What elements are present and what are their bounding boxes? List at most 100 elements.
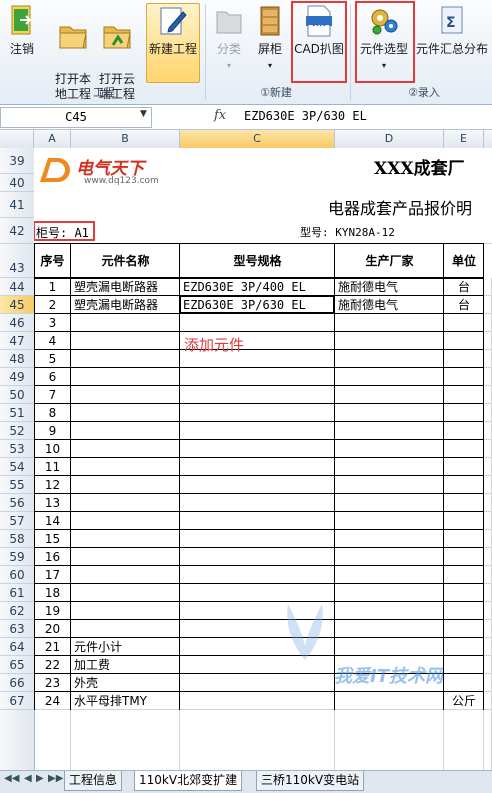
table-cell-no[interactable]: 9 [34, 422, 71, 440]
ribbon-separator [350, 4, 351, 100]
name-box[interactable]: C45 [0, 107, 152, 128]
ribbon: 注销 打开本 地工程 打开云 端工程 新建工程 工程 分类 ▾ 屏柜 ▾ DWG… [0, 0, 492, 105]
row-header[interactable]: 44 [0, 278, 34, 296]
table-cell-no[interactable]: 5 [34, 350, 71, 368]
row-header[interactable]: 41 [0, 192, 34, 218]
row-header[interactable]: 56 [0, 494, 34, 512]
table-cell-no[interactable]: 23 [34, 674, 71, 692]
tab-sanqiao-substation[interactable]: 三桥110kV变电站 [256, 771, 365, 791]
row-header[interactable]: 58 [0, 530, 34, 548]
function-icon[interactable]: fx [214, 108, 226, 123]
table-cell-no[interactable]: 13 [34, 494, 71, 512]
row-header[interactable]: 62 [0, 602, 34, 620]
table-cell-name[interactable]: 水平母排TMY [71, 692, 180, 710]
table-cell-no[interactable]: 24 [34, 692, 71, 710]
table-border-horizontal [34, 457, 484, 458]
logout-button[interactable]: 注销 [4, 4, 40, 84]
column-header-a[interactable]: A [34, 130, 71, 148]
row-header[interactable]: 45 [0, 296, 34, 314]
row-header[interactable]: 50 [0, 386, 34, 404]
row-header[interactable]: 54 [0, 458, 34, 476]
component-summary-button[interactable]: Σ 元件汇总分布 [414, 4, 490, 84]
table-cell-maker[interactable]: 施耐德电气 [335, 296, 444, 314]
table-cell-no[interactable]: 11 [34, 458, 71, 476]
cabinet-dropdown-icon: ▾ [267, 61, 272, 70]
table-cell-name[interactable]: 塑壳漏电断路器 [71, 278, 180, 296]
table-cell-no[interactable]: 6 [34, 368, 71, 386]
table-cell-no[interactable]: 17 [34, 566, 71, 584]
row-header[interactable]: 48 [0, 350, 34, 368]
active-cell-c45[interactable] [179, 295, 335, 314]
table-cell-no[interactable]: 22 [34, 656, 71, 674]
table-cell-no[interactable]: 16 [34, 548, 71, 566]
table-cell-no[interactable]: 3 [34, 314, 71, 332]
formula-bar: C45 ▼ fx EZD630E 3P/630 EL [0, 105, 492, 130]
table-cell-no[interactable]: 21 [34, 638, 71, 656]
cabinet-highlight-box [34, 221, 95, 241]
table-cell-unit[interactable]: 台 [444, 296, 484, 314]
row-header[interactable]: 40 [0, 174, 34, 192]
table-cell-name[interactable]: 加工费 [71, 656, 180, 674]
row-header[interactable]: 39 [0, 148, 34, 174]
row-header[interactable]: 66 [0, 674, 34, 692]
table-border-horizontal [34, 565, 484, 566]
open-cloud-project-button[interactable]: 打开云 端工程 [96, 4, 138, 101]
column-header-b[interactable]: B [71, 130, 180, 148]
worksheet[interactable]: 电气天下 www.dq123.com XXX成套厂 电器成套产品报价明 柜号: A1 型号… [34, 148, 492, 770]
table-cell-name[interactable]: 外壳 [71, 674, 180, 692]
table-cell-no[interactable]: 20 [34, 620, 71, 638]
table-cell-no[interactable]: 19 [34, 602, 71, 620]
tab-beijiao-expansion[interactable]: 110kV北郊变扩建 [134, 771, 243, 791]
row-header[interactable]: 53 [0, 440, 34, 458]
classify-button[interactable]: 分类 ▾ [210, 4, 248, 84]
row-header[interactable]: 49 [0, 368, 34, 386]
table-cell-unit[interactable]: 公斤 [444, 692, 484, 710]
row-header[interactable]: 63 [0, 620, 34, 638]
row-header[interactable]: 47 [0, 332, 34, 350]
row-header[interactable]: 46 [0, 314, 34, 332]
table-cell-maker[interactable]: 施耐德电气 [335, 278, 444, 296]
column-header-c[interactable]: C [180, 130, 335, 148]
cabinet-button[interactable]: 屏柜 ▾ [252, 4, 288, 84]
next-sheet-icon[interactable]: ▶ [36, 773, 44, 784]
table-cell-no[interactable]: 15 [34, 530, 71, 548]
row-header[interactable]: 51 [0, 404, 34, 422]
table-cell-no[interactable]: 12 [34, 476, 71, 494]
table-cell-no[interactable]: 10 [34, 440, 71, 458]
column-header-d[interactable]: D [335, 130, 444, 148]
last-sheet-icon[interactable]: ▶▶ [48, 773, 63, 784]
row-header[interactable]: 64 [0, 638, 34, 656]
open-local-project-button[interactable]: 打开本 地工程 [52, 4, 94, 101]
table-cell-no[interactable]: 18 [34, 584, 71, 602]
row-header[interactable]: 57 [0, 512, 34, 530]
prev-sheet-icon[interactable]: ◀ [24, 773, 32, 784]
column-header-f[interactable] [484, 130, 492, 148]
new-project-button[interactable]: 新建工程 [146, 4, 200, 84]
row-header[interactable]: 67 [0, 692, 34, 710]
table-cell-no[interactable]: 14 [34, 512, 71, 530]
row-header[interactable]: 43 [0, 244, 34, 278]
table-cell-no[interactable]: 4 [34, 332, 71, 350]
table-cell-no[interactable]: 1 [34, 278, 71, 296]
row-header[interactable]: 52 [0, 422, 34, 440]
column-header-e[interactable]: E [444, 130, 484, 148]
table-cell-name[interactable]: 塑壳漏电断路器 [71, 296, 180, 314]
name-box-dropdown-icon[interactable]: ▼ [140, 109, 147, 119]
row-header[interactable]: 65 [0, 656, 34, 674]
first-sheet-icon[interactable]: ◀◀ [4, 773, 19, 784]
row-header[interactable]: 55 [0, 476, 34, 494]
table-cell-name[interactable]: 元件小计 [71, 638, 180, 656]
row-header[interactable]: 61 [0, 584, 34, 602]
select-all-corner[interactable] [0, 130, 34, 148]
table-cell-no[interactable]: 7 [34, 386, 71, 404]
row-header[interactable]: 42 [0, 218, 34, 244]
table-cell-no[interactable]: 2 [34, 296, 71, 314]
table-cell-spec[interactable]: EZD630E 3P/400 EL [180, 278, 335, 296]
row-header[interactable]: 59 [0, 548, 34, 566]
row-header[interactable]: 60 [0, 566, 34, 584]
table-cell-no[interactable]: 8 [34, 404, 71, 422]
table-cell-unit[interactable]: 台 [444, 278, 484, 296]
ribbon-separator [205, 4, 206, 100]
formula-input[interactable]: EZD630E 3P/630 EL [244, 109, 367, 123]
tab-project-info[interactable]: 工程信息 [64, 771, 123, 791]
